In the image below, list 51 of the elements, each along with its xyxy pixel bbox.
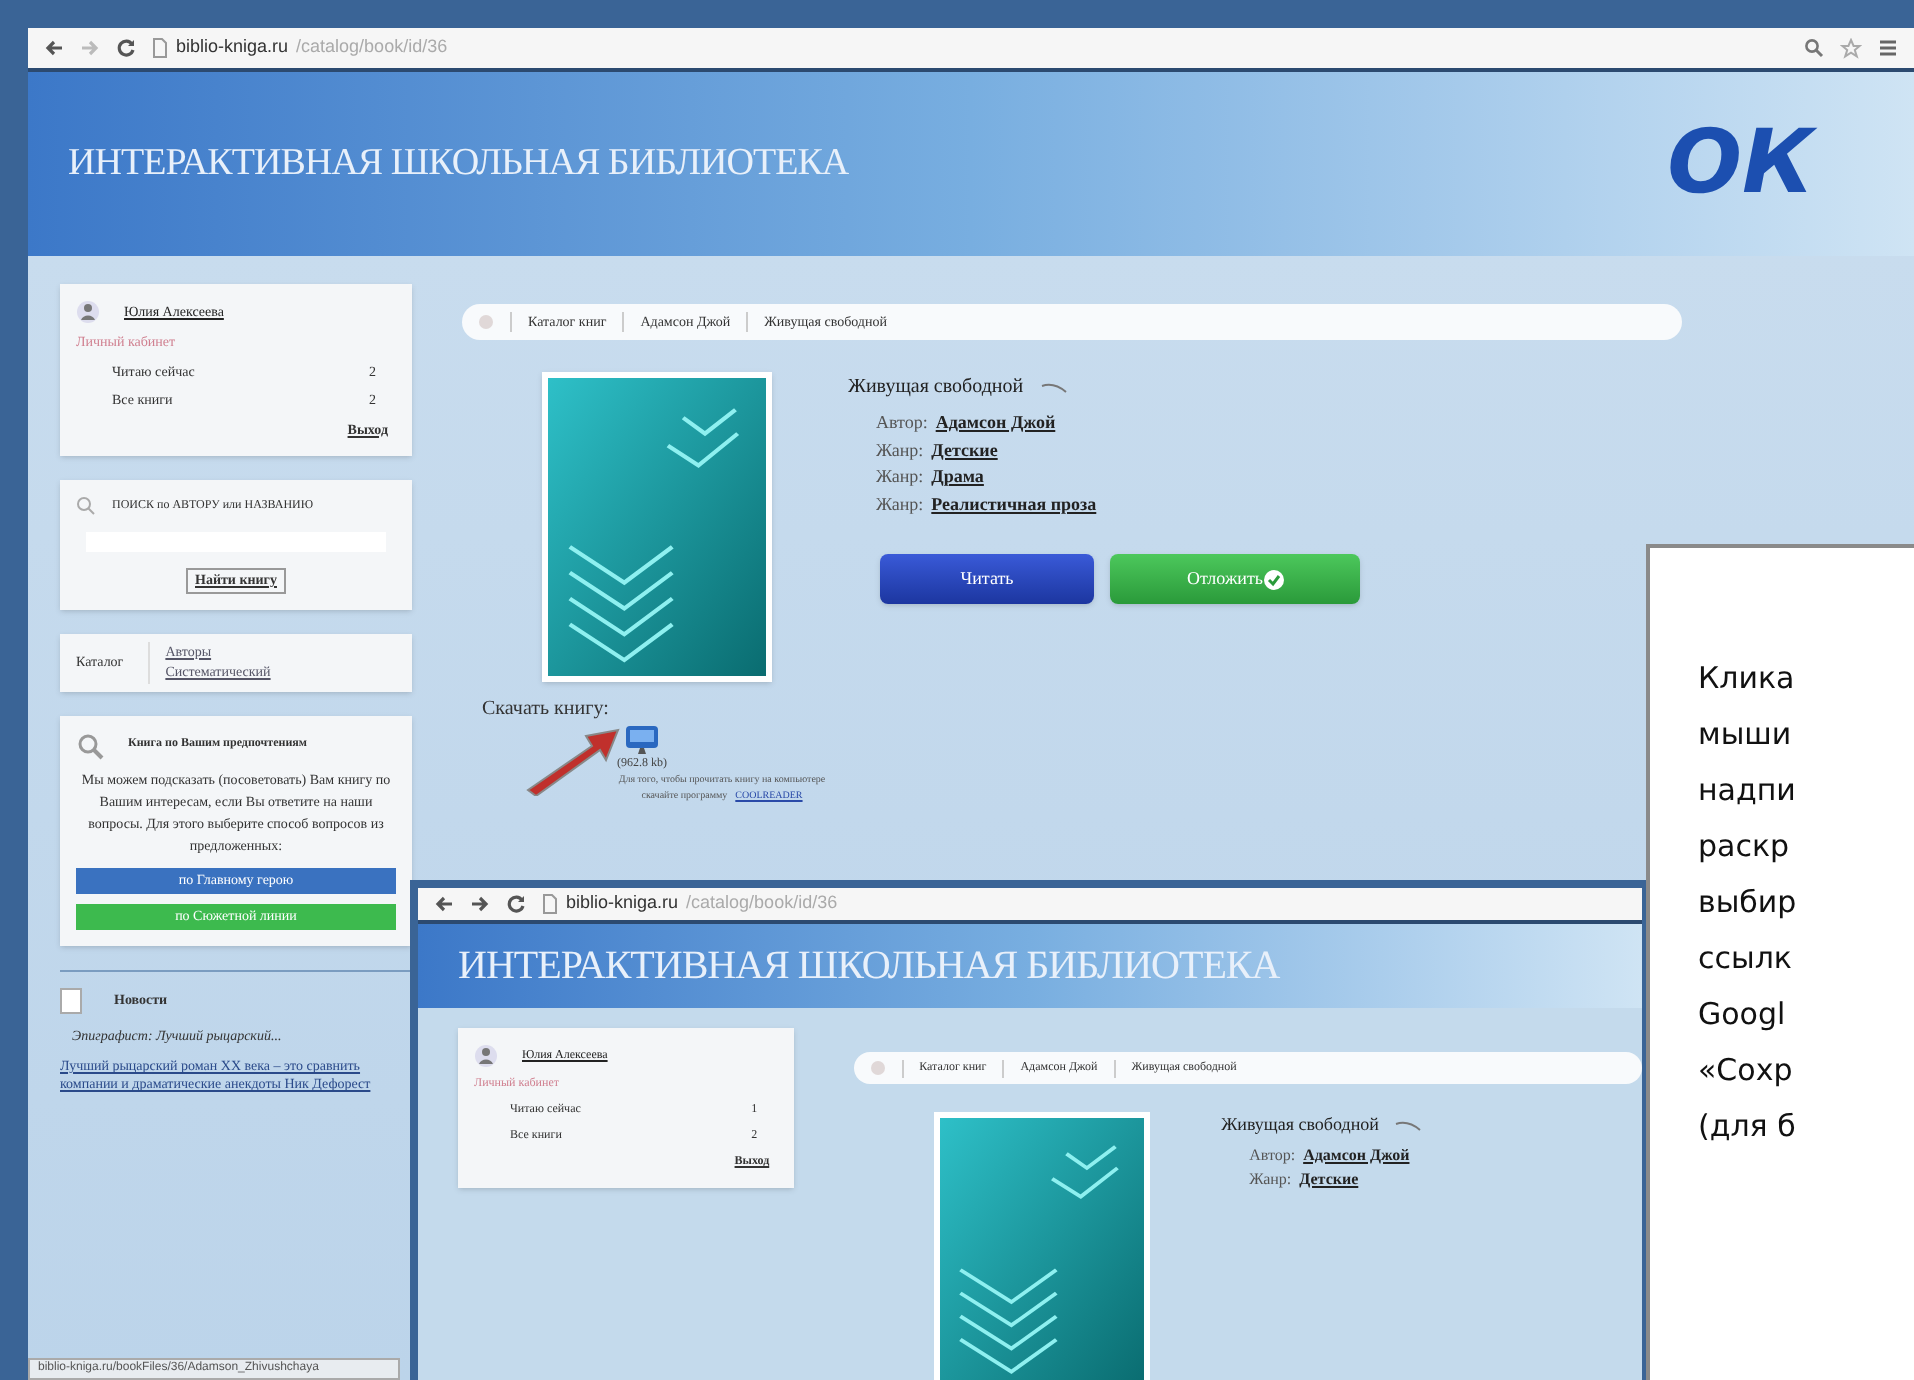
callout-text: Googl — [1698, 994, 1788, 1036]
callout-text: «Сохр — [1698, 1050, 1795, 1092]
book-title: Живущая свободной — [848, 374, 1024, 402]
user-icon — [76, 300, 100, 324]
user-icon — [474, 1044, 498, 1068]
back-icon — [434, 894, 454, 914]
read-button[interactable]: Читать — [880, 554, 1094, 604]
field-link[interactable]: Детские — [931, 437, 998, 464]
address-bar[interactable]: biblio-kniga.ru /catalog/book/id/36 — [542, 888, 1626, 920]
site-title: ИНТЕРАКТИВНАЯ ШКОЛЬНАЯ БИБЛИОТЕКА — [458, 942, 1280, 992]
download-label: Скачать книгу: — [482, 696, 611, 724]
callout-text: мыши — [1698, 714, 1794, 756]
field-label: Жанр: — [876, 491, 924, 518]
field-label: Жанр: — [876, 437, 924, 464]
field-link[interactable]: Детские — [1299, 1167, 1359, 1191]
page-icon — [542, 894, 558, 914]
search-icon — [76, 496, 96, 516]
site-logo: ОК — [1667, 120, 1814, 208]
callout-text: ссылк — [1698, 938, 1794, 980]
callout-text: надпи — [1698, 770, 1798, 812]
forward-icon — [470, 894, 490, 914]
field-link[interactable]: Адамсон Джой — [935, 410, 1056, 437]
check-icon — [1263, 569, 1284, 589]
document-icon — [60, 987, 82, 1013]
field-link[interactable]: Драма — [931, 464, 984, 491]
field-label: Автор: — [1249, 1143, 1296, 1167]
field-label: Автор: — [876, 410, 928, 436]
callout-text: раскр — [1698, 826, 1792, 868]
back-icon — [44, 38, 64, 58]
field-label: Жанр: — [876, 464, 924, 490]
monitor-icon — [624, 724, 660, 756]
field-link[interactable]: Реалистичная проза — [931, 491, 1097, 518]
callout-text: выбир — [1698, 882, 1799, 924]
search-icon — [1804, 38, 1824, 58]
field-link[interactable]: Адамсон Джой — [1303, 1143, 1410, 1167]
field-label: Жанр: — [1249, 1167, 1292, 1191]
forward-icon — [80, 38, 100, 58]
reload-icon — [506, 894, 526, 914]
star-icon — [1840, 37, 1862, 59]
search-icon — [76, 731, 104, 759]
squiggle-icon — [1039, 381, 1068, 393]
menu-icon — [1878, 38, 1898, 58]
address-bar[interactable]: biblio-kniga.ru /catalog/book/id/36 — [152, 32, 1788, 64]
page-icon — [152, 38, 168, 58]
book-title: Живущая свободной — [1221, 1112, 1379, 1138]
squiggle-icon — [1394, 1119, 1423, 1132]
arrow-icon — [524, 724, 620, 796]
site-title: ИНТЕРАКТИВНАЯ ШКОЛЬНАЯ БИБЛИОТЕКА — [68, 139, 849, 188]
callout-text: (для б — [1698, 1106, 1798, 1148]
reload-icon — [116, 38, 136, 58]
callout-text: Клика — [1698, 658, 1797, 700]
